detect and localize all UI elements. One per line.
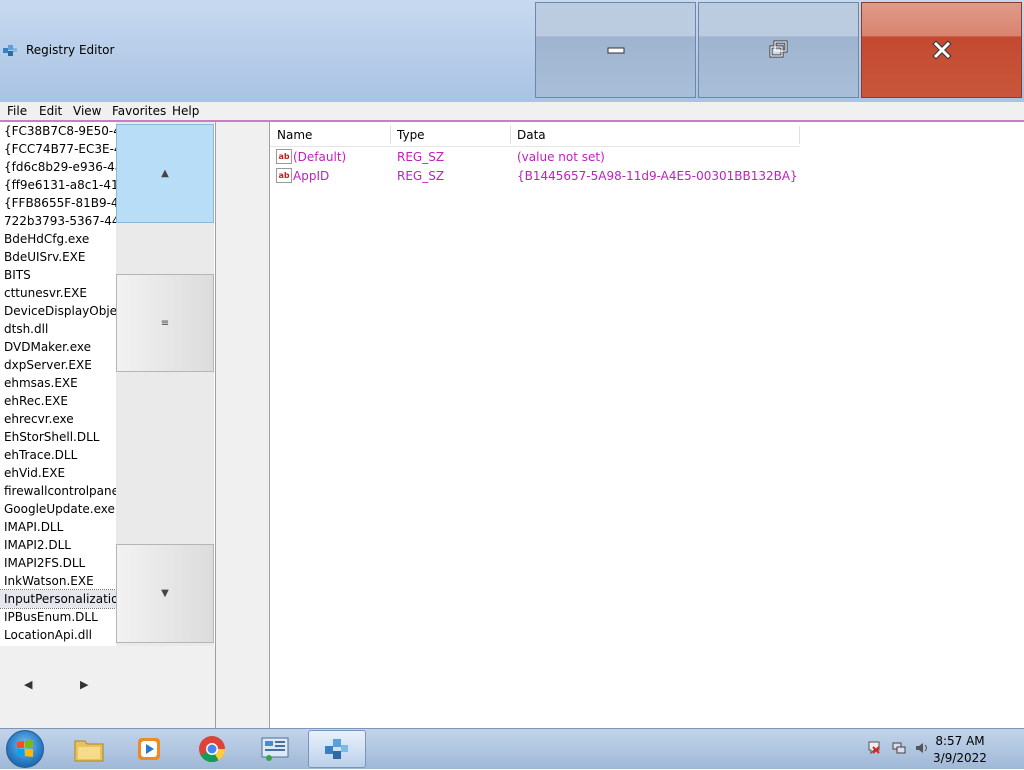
scroll-down-button[interactable]: ▼ [116,544,214,643]
tree-item[interactable]: EhStorShell.DLL [0,428,116,446]
tree-list: {FC38B7C8-9E50-497{FCC74B77-EC3E-4dd{fd6… [0,122,117,644]
taskbar-media-player[interactable] [120,730,178,768]
minimize-icon [607,47,624,54]
menu-file[interactable]: File [7,104,27,118]
tree-item[interactable]: IMAPI2FS.DLL [0,554,116,572]
tree-item[interactable]: BdeHdCfg.exe [0,230,116,248]
menu-view[interactable]: View [73,104,101,118]
chevron-up-icon: ▲ [161,168,169,179]
column-header: Name Type Data [270,124,800,147]
clock-time[interactable]: 8:57 AM [920,734,1000,748]
tree-item[interactable]: dxpServer.EXE [0,356,116,374]
start-button[interactable] [6,730,44,768]
clock-date[interactable]: 3/9/2022 [920,751,1000,765]
taskbar-registry-editor[interactable] [308,730,366,768]
menu-edit[interactable]: Edit [39,104,62,118]
tree-item[interactable]: IMAPI.DLL [0,518,116,536]
tree-item[interactable]: InkWatson.EXE [0,572,116,590]
tree-item[interactable]: DeviceDisplayObjectP [0,302,116,320]
column-divider[interactable] [799,126,800,144]
window-title: Registry Editor [26,43,115,57]
tree-item[interactable]: dtsh.dll [0,320,116,338]
tree-item[interactable]: DVDMaker.exe [0,338,116,356]
title-bar[interactable]: Registry Editor [0,0,1024,102]
chrome-icon [199,736,226,763]
tree-item[interactable]: ehmsas.EXE [0,374,116,392]
tree-item[interactable]: firewallcontrolpanel.d [0,482,116,500]
taskbar: 8:57 AM 3/9/2022 [0,728,1024,769]
value-name: AppID [293,169,330,183]
tree-item[interactable]: {fd6c8b29-e936-4a61 [0,158,116,176]
tree-item[interactable]: GoogleUpdate.exe [0,500,116,518]
value-data: (value not set) [517,150,605,164]
tree-item[interactable]: IPBusEnum.DLL [0,608,116,626]
registry-editor-icon [3,45,17,56]
column-divider[interactable] [510,126,511,144]
tree-item[interactable]: LocationApi.dll [0,626,116,644]
value-name: (Default) [293,150,347,164]
registry-key-tree[interactable]: {FC38B7C8-9E50-497{FCC74B77-EC3E-4dd{fd6… [0,122,216,728]
taskbar-google-chrome[interactable] [183,730,241,768]
tree-item[interactable]: BITS [0,266,116,284]
tree-item[interactable]: ehRec.EXE [0,392,116,410]
close-button[interactable] [861,2,1022,98]
tree-horizontal-scrollbar[interactable]: ◀ ▶ [0,646,215,728]
control-panel-icon [261,737,289,761]
column-divider[interactable] [390,126,391,144]
folder-icon [74,740,104,762]
chevron-right-icon[interactable]: ▶ [80,678,88,691]
string-value-icon: ab [276,149,292,164]
media-player-icon [138,738,160,760]
restore-button[interactable] [698,2,859,98]
tree-item[interactable]: {FC38B7C8-9E50-497 [0,122,116,140]
values-list[interactable]: Name Type Data ab (Default) REG_SZ (valu… [270,122,1024,728]
string-value-icon: ab [276,168,292,183]
scroll-up-button[interactable]: ▲ [116,124,214,223]
value-row[interactable]: ab AppID REG_SZ {B1445657-5A98-11d9-A4E5… [270,167,1024,185]
tree-item[interactable]: InputPersonalization. [0,589,117,609]
tree-item[interactable]: {ff9e6131-a8c1-4188- [0,176,116,194]
chevron-left-icon[interactable]: ◀ [24,678,32,691]
taskbar-control-panel[interactable] [246,730,304,768]
column-data[interactable]: Data [517,128,546,142]
tree-item[interactable]: 722b3793-5367-4446- [0,212,116,230]
minimize-button[interactable] [535,2,696,98]
value-row[interactable]: ab (Default) REG_SZ (value not set) [270,148,1024,166]
tree-item[interactable]: BdeUISrv.EXE [0,248,116,266]
menu-bar: File Edit View Favorites Help [0,102,1024,122]
tree-item[interactable]: cttunesvr.EXE [0,284,116,302]
value-data: {B1445657-5A98-11d9-A4E5-00301BB132BA} [517,169,798,183]
value-type: REG_SZ [397,169,445,183]
menu-favorites[interactable]: Favorites [112,104,166,118]
close-icon [931,40,952,60]
network-icon[interactable] [892,741,906,755]
column-type[interactable]: Type [397,128,425,142]
windows-logo-icon [17,740,33,757]
column-name[interactable]: Name [277,128,312,142]
taskbar-windows-explorer[interactable] [60,730,118,768]
menu-help[interactable]: Help [172,104,199,118]
tree-item[interactable]: ehTrace.DLL [0,446,116,464]
pane-splitter[interactable] [216,122,270,728]
scroll-thumb[interactable]: ≡ [116,274,214,372]
tree-item[interactable]: {FCC74B77-EC3E-4dd [0,140,116,158]
value-type: REG_SZ [397,150,445,164]
tree-item[interactable]: IMAPI2.DLL [0,536,116,554]
grip-icon: ≡ [160,317,170,329]
registry-editor-icon [325,739,348,759]
restore-icon [769,40,787,58]
tree-item[interactable]: ehrecvr.exe [0,410,116,428]
tree-item[interactable]: ehVid.EXE [0,464,116,482]
tree-vertical-scrollbar[interactable]: ▲ ≡ ▼ [116,122,214,646]
action-center-icon[interactable] [867,741,881,755]
chevron-down-icon: ▼ [161,588,169,599]
tree-item[interactable]: {FFB8655F-81B9-4fce [0,194,116,212]
